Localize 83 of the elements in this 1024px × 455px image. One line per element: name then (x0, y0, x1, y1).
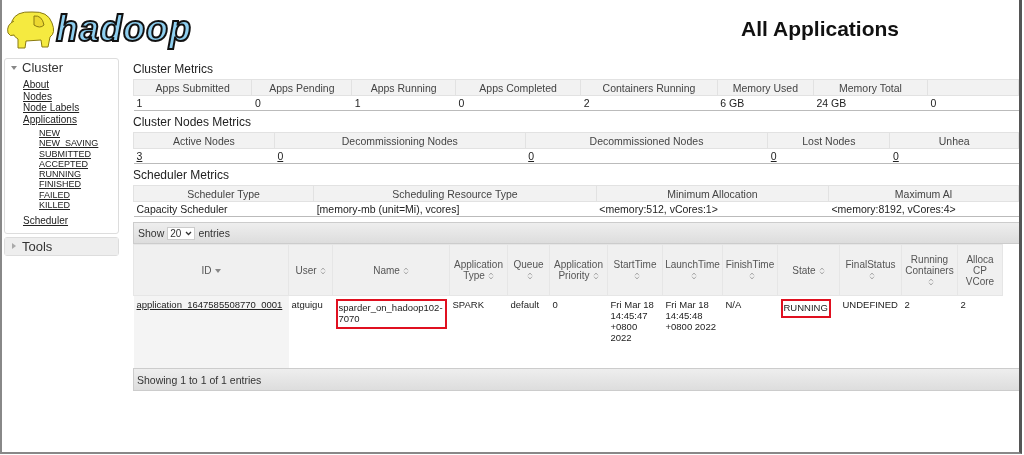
table-cell: 0 (552, 299, 558, 310)
highlighted-cell: sparder_on_hadoop102-7070 (335, 299, 447, 329)
column-header: Decommissioned Nodes (525, 132, 768, 149)
sidebar-link[interactable]: Nodes (23, 90, 118, 102)
table-cell: 0 (251, 95, 352, 111)
table-link[interactable]: 0 (889, 148, 1019, 164)
table-cell: UNDEFINED (842, 299, 898, 310)
table-link[interactable]: 0 (767, 148, 890, 164)
column-header[interactable]: StartTime (607, 244, 663, 296)
highlighted-cell: RUNNING (780, 299, 831, 318)
sidebar-link[interactable]: NEW_SAVING (39, 138, 118, 149)
logo-text: hadoop (56, 11, 192, 47)
column-header: Unhea (889, 132, 1019, 149)
column-header[interactable]: FinishTime (722, 244, 778, 296)
column-header[interactable]: State (777, 244, 840, 296)
sidebar-link[interactable]: SUBMITTED (39, 148, 118, 159)
column-header: Minimum Allocation (596, 185, 829, 202)
table-info: Showing 1 to 1 of 1 entries (137, 373, 262, 386)
table-cell: <memory:8192, vCores:4> (828, 201, 1019, 217)
length-label: Show (138, 227, 165, 239)
table-cell: 2 (960, 299, 966, 310)
table-cell: 1 (351, 95, 456, 111)
column-header: Containers Running (580, 79, 718, 96)
sidebar-link[interactable]: NEW (39, 128, 118, 139)
table-cell: Fri Mar 18 14:45:48 +0800 2022 (665, 299, 716, 332)
sidebar-link[interactable]: Node Labels (23, 102, 118, 114)
column-header[interactable]: FinalStatus (839, 244, 902, 296)
column-header: Active Nodes (133, 132, 275, 149)
table-cell: 24 GB (813, 95, 928, 111)
table-cell: 6 GB (717, 95, 814, 111)
table-cell: Fri Mar 18 14:45:47 +0800 2022 (610, 299, 654, 343)
column-header: Memory Used (717, 79, 814, 96)
column-header[interactable]: Alloca CP VCore (957, 244, 1003, 296)
sidebar-link[interactable]: ACCEPTED (39, 158, 118, 170)
table-link[interactable]: 0 (274, 148, 526, 164)
column-header[interactable]: Running Containers (901, 244, 958, 296)
column-header[interactable]: User (288, 244, 333, 296)
page-size-select[interactable]: 20 (167, 226, 196, 240)
page-title: All Applications (741, 17, 899, 41)
section-title: Cluster Metrics (133, 62, 214, 76)
column-header: Lost Nodes (767, 132, 890, 149)
table-cell: <memory:512, vCores:1> (596, 201, 829, 217)
column-header[interactable]: Application Priority (549, 244, 608, 296)
sidebar-link[interactable]: Applications (23, 113, 118, 125)
table-cell: Capacity Scheduler (133, 201, 314, 217)
column-header: Scheduling Resource Type (313, 185, 597, 202)
table-cell: 0 (927, 95, 1019, 111)
table-link[interactable]: 3 (133, 148, 275, 164)
table-cell: 0 (455, 95, 581, 111)
column-header[interactable]: ID (133, 244, 289, 296)
table-link[interactable]: 0 (525, 148, 768, 164)
length-label: entries (198, 227, 230, 239)
section-title: Cluster Nodes Metrics (133, 115, 253, 129)
column-header: Decommissioning Nodes (274, 132, 526, 149)
sidebar-link[interactable]: KILLED (39, 200, 118, 211)
table-link[interactable]: application_1647585508770_0001 (136, 299, 283, 310)
column-header: Apps Completed (455, 79, 581, 96)
column-header[interactable]: LaunchTime (662, 244, 723, 296)
column-header: Apps Pending (251, 79, 352, 96)
column-header[interactable]: Application Type (449, 244, 508, 296)
column-header: Maximum Al (828, 185, 1019, 202)
table-cell: N/A (725, 299, 742, 310)
section-title: Scheduler Metrics (133, 168, 231, 182)
table-cell: atguigu (291, 299, 323, 310)
table-cell: SPARK (452, 299, 484, 310)
sidebar-section-header[interactable]: Tools (5, 237, 118, 255)
column-header[interactable]: Queue (507, 244, 550, 296)
sidebar-link[interactable]: About (23, 79, 118, 91)
column-header[interactable]: Name (332, 244, 450, 296)
sidebar-link[interactable]: RUNNING (39, 169, 118, 180)
sidebar-section-header[interactable]: Cluster (5, 59, 118, 76)
column-header: Apps Running (351, 79, 456, 96)
column-header: Scheduler Type (133, 185, 314, 202)
sidebar-link[interactable]: Scheduler (23, 215, 118, 227)
table-cell: 2 (580, 95, 718, 111)
sidebar-link[interactable]: FINISHED (39, 179, 118, 190)
table-cell: default (510, 299, 540, 310)
column-header: Memory Total (813, 79, 928, 96)
column-header: Apps Submitted (133, 79, 252, 96)
table-cell: 1 (133, 95, 252, 111)
sidebar-link[interactable]: FAILED (39, 189, 118, 201)
table-cell: [memory-mb (unit=Mi), vcores] (313, 201, 597, 217)
table-cell: 2 (904, 299, 910, 310)
